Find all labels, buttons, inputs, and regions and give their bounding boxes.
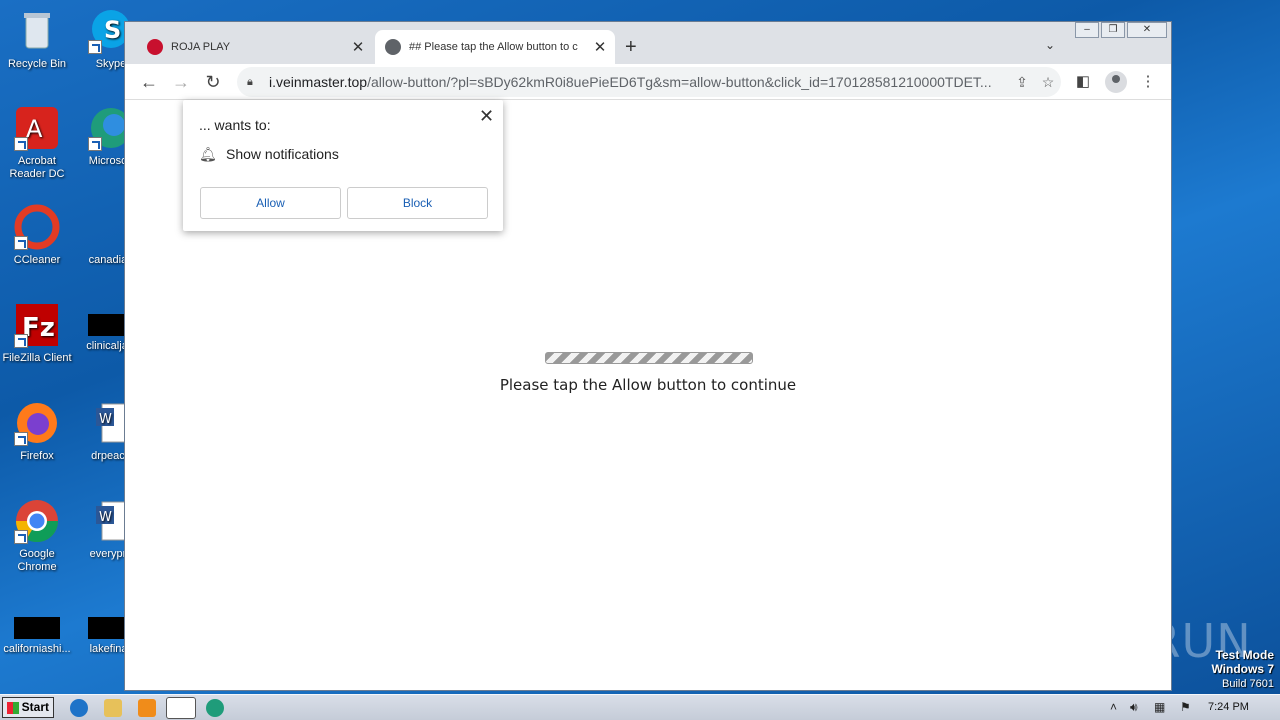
desktop-icon-label: Google Chrome — [17, 548, 57, 573]
url-path: /allow-button/?pl=sBDy62kmR0i8uePieED6Tg… — [367, 74, 992, 90]
desktop-icon-label: CCleaner — [13, 254, 61, 266]
share-icon[interactable]: ⇪ — [1009, 74, 1035, 91]
recycle-bin-icon — [14, 8, 60, 54]
tray-expand-icon[interactable]: ˄ — [1110, 700, 1117, 714]
svg-text:A: A — [26, 115, 43, 143]
desktop-icon-filezilla[interactable]: Fz FileZilla Client — [0, 302, 74, 365]
bell-icon: 🔔︎ — [199, 146, 217, 162]
close-window-icon[interactable]: ✕ — [1127, 22, 1167, 38]
close-prompt-icon[interactable]: ✕ — [479, 106, 494, 127]
tab-search-chevron-icon[interactable]: ⌄ — [1045, 38, 1055, 52]
taskbar-clock[interactable]: 7:24 PM — [1208, 701, 1249, 713]
taskbar: Start ˄ 🔊︎ ▦ ⚑ 7:24 PM — [0, 694, 1280, 720]
minimize-icon[interactable]: – — [1075, 22, 1099, 38]
desktop-icon-californiashi[interactable]: californiashi... — [0, 605, 74, 656]
tab-allow-button[interactable]: ## Please tap the Allow button to c ✕ — [375, 30, 615, 64]
browser-toolbar: ← → ↻ 🔒︎ i.veinmaster.top /allow-button/… — [125, 64, 1171, 100]
close-tab-icon[interactable]: ✕ — [591, 38, 609, 56]
build-line: Build 7601 — [1222, 678, 1274, 690]
address-bar[interactable]: 🔒︎ i.veinmaster.top /allow-button/?pl=sB… — [237, 67, 1061, 97]
action-center-flag-icon[interactable]: ⚑ — [1180, 700, 1191, 714]
bookmark-star-icon[interactable]: ☆ — [1035, 74, 1061, 91]
edge-taskbar-icon[interactable] — [206, 699, 224, 717]
windows-version-line: Windows 7 — [1211, 662, 1274, 676]
acrobat-icon: A — [14, 105, 60, 151]
new-tab-icon[interactable]: + — [625, 36, 637, 59]
internet-explorer-icon[interactable] — [70, 699, 88, 717]
desktop-icon-google-chrome[interactable]: Google Chrome — [0, 498, 74, 574]
test-mode-line: Test Mode — [1215, 648, 1274, 662]
tab-roja-play[interactable]: ROJA PLAY ✕ — [137, 30, 373, 64]
media-player-icon[interactable] — [138, 699, 156, 717]
tab-title: ROJA PLAY — [171, 41, 231, 53]
volume-icon[interactable]: 🔊︎ — [1130, 700, 1138, 715]
profile-avatar-icon[interactable] — [1105, 71, 1127, 93]
close-tab-icon[interactable]: ✕ — [349, 38, 367, 56]
prompt-heading: ... wants to: — [199, 117, 271, 133]
menu-kebab-icon[interactable]: ⋮ — [1137, 72, 1159, 90]
desktop-icon-label: californiashi... — [3, 643, 71, 655]
page-message: Please tap the Allow button to continue — [499, 376, 797, 394]
svg-text:W: W — [99, 510, 112, 525]
network-icon[interactable]: ▦ — [1154, 700, 1165, 714]
url-host: i.veinmaster.top — [269, 74, 368, 90]
tab-title: ## Please tap the Allow button to c — [409, 41, 578, 53]
firefox-icon — [14, 400, 60, 446]
desktop-icon-label: Acrobat Reader DC — [9, 155, 65, 180]
restore-icon[interactable]: ❐ — [1101, 22, 1125, 38]
svg-text:S: S — [104, 16, 121, 44]
svg-text:W: W — [99, 412, 112, 427]
chrome-icon — [14, 498, 60, 544]
desktop-icon-acrobat[interactable]: A Acrobat Reader DC — [0, 105, 74, 181]
reload-icon[interactable]: ↻ — [202, 72, 224, 93]
block-button[interactable]: Block — [347, 187, 488, 219]
tab-strip: ROJA PLAY ✕ ## Please tap the Allow butt… — [125, 22, 1171, 64]
lock-icon[interactable]: 🔒︎ — [247, 76, 269, 89]
desktop-icon-label: Firefox — [20, 450, 54, 462]
desktop-icon-label: FileZilla Client — [2, 352, 72, 364]
notification-permission-prompt: ... wants to: ✕ 🔔︎ Show notifications Al… — [183, 100, 503, 231]
forward-icon[interactable]: → — [170, 72, 192, 93]
permission-label: Show notifications — [226, 146, 339, 162]
file-explorer-icon[interactable] — [104, 699, 122, 717]
desktop-icon-label: Recycle Bin — [7, 58, 67, 70]
chrome-taskbar-icon[interactable] — [166, 697, 196, 719]
file-thumbnail-icon — [14, 617, 60, 639]
desktop-icon-firefox[interactable]: Firefox — [0, 400, 74, 463]
allow-button[interactable]: Allow — [200, 187, 341, 219]
ccleaner-icon — [14, 204, 60, 250]
start-button[interactable]: Start — [2, 697, 54, 718]
side-panel-icon[interactable]: ◧ — [1072, 72, 1094, 90]
roja-play-favicon-icon — [147, 39, 163, 55]
back-icon[interactable]: ← — [138, 72, 160, 93]
globe-icon — [385, 39, 401, 55]
desktop-icon-recycle-bin[interactable]: Recycle Bin — [0, 8, 74, 71]
desktop-icon-ccleaner[interactable]: CCleaner — [0, 204, 74, 267]
loading-progress-bar — [545, 352, 753, 364]
filezilla-icon: Fz — [14, 302, 60, 348]
